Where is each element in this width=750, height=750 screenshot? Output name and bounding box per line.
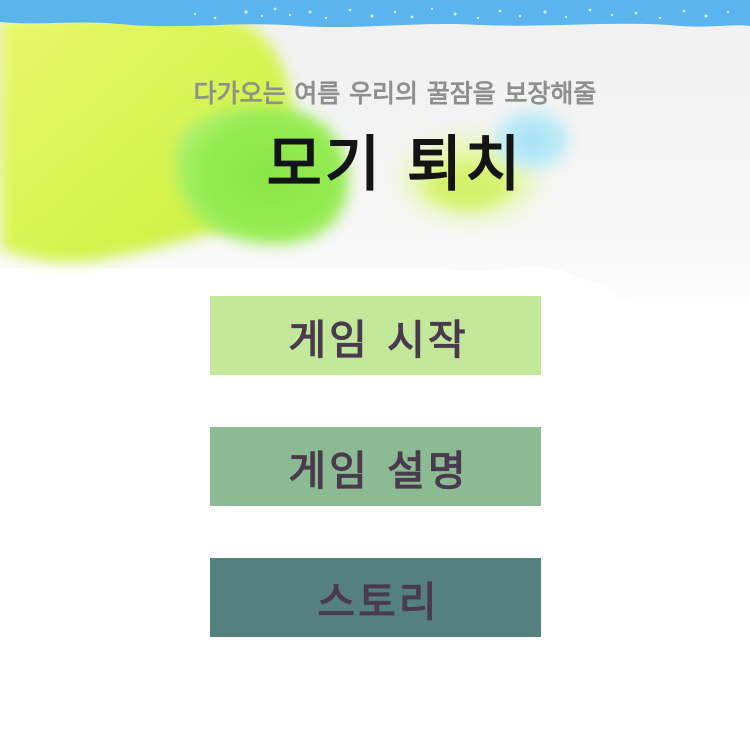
story-label: 스토리 bbox=[317, 577, 440, 626]
story-button[interactable]: 스토리 bbox=[210, 558, 541, 637]
game-instructions-button[interactable]: 게임 설명 bbox=[210, 427, 541, 506]
game-instructions-label: 게임 설명 bbox=[288, 446, 469, 495]
game-title: 모기 퇴치 bbox=[266, 130, 524, 200]
start-game-button[interactable]: 게임 시작 bbox=[210, 296, 541, 375]
subtitle-text: 다가오는 여름 우리의 꿀잠을 보장해줄 bbox=[193, 79, 597, 108]
start-game-label: 게임 시작 bbox=[288, 315, 469, 364]
title-screen: 다가오는 여름 우리의 꿀잠을 보장해줄 모기 퇴치 게임 시작 게임 설명 스… bbox=[0, 0, 750, 750]
